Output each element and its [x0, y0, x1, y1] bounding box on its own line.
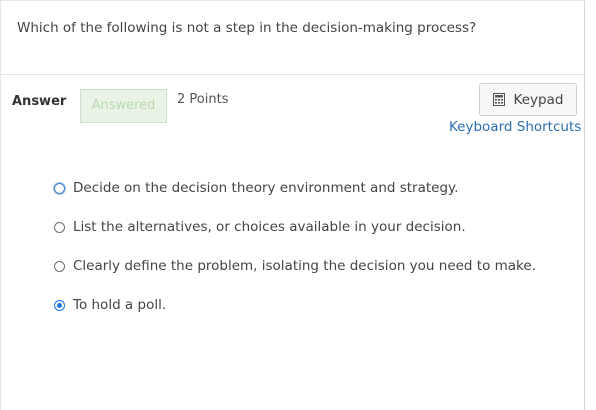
option-2-radio[interactable]: [54, 221, 65, 233]
option-1[interactable]: Decide on the decision theory environmen…: [54, 178, 536, 198]
question-text: Which of the following is not a step in …: [17, 20, 477, 36]
answer-options: Decide on the decision theory environmen…: [54, 178, 536, 334]
question-header: Which of the following is not a step in …: [1, 1, 584, 75]
option-3[interactable]: Clearly define the problem, isolating th…: [54, 256, 536, 276]
option-3-radio[interactable]: [54, 260, 65, 272]
option-1-radio[interactable]: [54, 182, 65, 194]
option-1-label: Decide on the decision theory environmen…: [73, 180, 459, 196]
option-2[interactable]: List the alternatives, or choices availa…: [54, 217, 536, 237]
option-4-label: To hold a poll.: [73, 297, 167, 313]
answer-row: Answer Answered 2 Points Keypad Keyboard…: [1, 75, 584, 145]
answered-status-badge: Answered: [80, 89, 167, 123]
option-4[interactable]: To hold a poll.: [54, 295, 536, 315]
keyboard-shortcuts-link[interactable]: Keyboard Shortcuts: [449, 119, 581, 135]
points-label: 2 Points: [177, 92, 229, 107]
keypad-label: Keypad: [513, 91, 564, 108]
option-3-label: Clearly define the problem, isolating th…: [73, 258, 536, 274]
keypad-button[interactable]: Keypad: [479, 83, 577, 116]
option-2-label: List the alternatives, or choices availa…: [73, 219, 466, 235]
question-panel: Which of the following is not a step in …: [0, 0, 585, 410]
answer-label: Answer: [12, 94, 67, 109]
option-4-radio[interactable]: [54, 299, 65, 311]
calculator-icon: [492, 93, 505, 106]
